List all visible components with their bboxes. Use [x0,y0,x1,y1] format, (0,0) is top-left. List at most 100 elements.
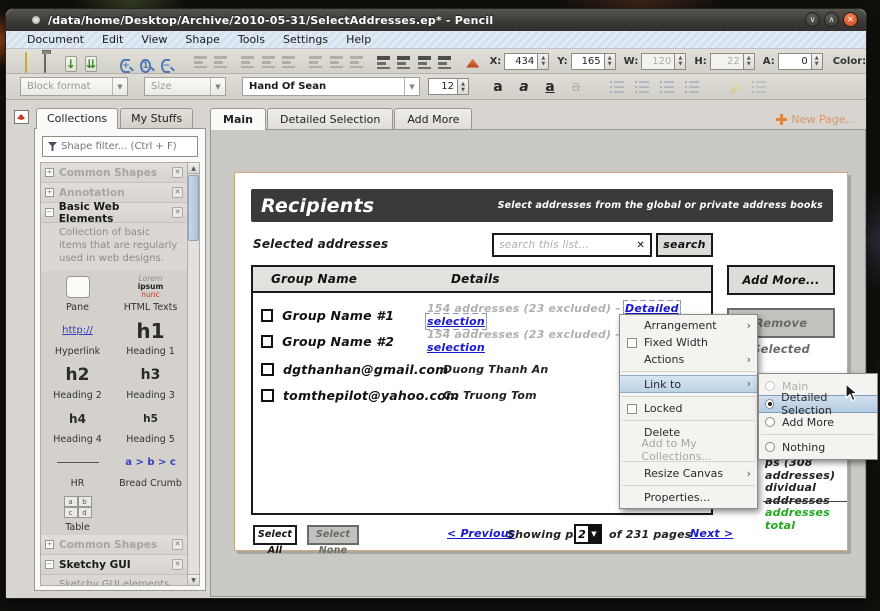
shape-stamp-icon[interactable] [14,110,29,124]
expand-icon[interactable]: + [45,540,54,549]
tab-collections[interactable]: Collections [36,108,118,129]
a-spinner[interactable]: ▲▼ [812,53,823,70]
canvas-area[interactable]: Recipients Select addresses from the glo… [210,129,866,597]
section-common-shapes-2[interactable]: + Common Shapes ✕ [41,535,187,555]
submenu-item-nothing[interactable]: Nothing [759,438,877,456]
tab-add-more[interactable]: Add More [394,108,472,130]
open-document-icon[interactable] [44,52,46,73]
shape-heading2[interactable]: h2 Heading 2 [41,359,114,403]
title-bar[interactable]: /data/home/Desktop/Archive/2010-05-31/Se… [6,9,866,31]
x-field[interactable]: 434 [504,53,538,70]
previous-link[interactable]: < Previous [447,527,516,540]
close-section-icon[interactable]: ✕ [172,207,183,218]
send-to-back-icon[interactable] [436,53,452,70]
shape-heading3[interactable]: h3 Heading 3 [114,359,187,403]
tab-detailed-selection[interactable]: Detailed Selection [267,108,393,130]
export-icon[interactable]: ⇊ [85,56,97,72]
zoom-reset-icon[interactable]: 1 [140,59,150,73]
italic-icon[interactable]: a [516,79,532,95]
radio-selected-icon[interactable] [765,399,774,409]
mockup-search-button[interactable]: search [656,233,713,257]
font-size-field[interactable]: 12 [428,78,458,95]
menu-item-fixed-width[interactable]: Fixed Width [620,334,757,351]
menu-item-link-to[interactable]: Link to› [620,375,757,393]
bold-icon[interactable]: a [490,79,506,95]
close-section-icon[interactable]: ✕ [172,167,183,178]
shape-bread-crumb[interactable]: a > b > c Bread Crumb [114,447,187,491]
menu-settings[interactable]: Settings [274,33,337,46]
shape-pane[interactable]: Pane [41,271,114,315]
menu-edit[interactable]: Edit [93,33,132,46]
section-sketchy-gui[interactable]: − Sketchy GUI ✕ [41,555,187,575]
mockup-subtitle: Select addresses from the global or priv… [498,200,823,211]
close-section-icon[interactable]: ✕ [172,187,183,198]
font-size-spinner[interactable]: ▲▼ [458,78,469,95]
bring-forward-icon[interactable] [395,53,411,70]
scroll-up-icon[interactable]: ▲ [188,163,199,174]
shape-table[interactable]: ab cd Table [41,491,114,535]
font-family-combo[interactable]: Hand Of Sean▼ [242,77,420,96]
save-icon[interactable]: ↓ [65,56,77,72]
expand-icon[interactable]: + [45,168,54,177]
menu-item-properties[interactable]: Properties... [620,489,757,506]
add-more-button[interactable]: Add More... [727,265,835,295]
clear-search-icon[interactable]: ✕ [636,240,645,251]
menu-shape[interactable]: Shape [176,33,228,46]
select-all-button[interactable]: Select All [253,525,297,545]
x-spinner[interactable]: ▲▼ [538,53,549,70]
next-link[interactable]: Next > [690,527,733,540]
shape-heading4[interactable]: h4 Heading 4 [41,403,114,447]
new-page-button[interactable]: New Page... [776,113,856,126]
row-checkbox[interactable] [261,363,274,376]
menu-tools[interactable]: Tools [229,33,274,46]
radio-icon[interactable] [765,442,775,452]
close-section-icon[interactable]: ✕ [172,539,183,550]
menu-item-resize-canvas[interactable]: Resize Canvas› [620,465,757,482]
send-backward-icon[interactable] [416,53,432,70]
menu-document[interactable]: Document [18,33,93,46]
row-checkbox[interactable] [261,335,273,348]
bring-to-front-icon[interactable] [375,53,391,70]
expand-icon[interactable]: + [45,188,54,197]
scrollbar-thumb[interactable] [188,175,199,241]
y-field[interactable]: 165 [571,53,605,70]
section-basic-web-elements[interactable]: − Basic Web Elements ✕ [41,203,187,223]
shape-heading5[interactable]: h5 Heading 5 [114,403,187,447]
menu-separator [622,420,755,421]
row-checkbox[interactable] [261,389,274,402]
radio-icon[interactable] [765,417,775,427]
underline-icon[interactable]: a [542,79,558,95]
collapse-icon[interactable]: − [45,208,54,217]
shape-html-texts[interactable]: Lorem ipsum nunc HTML Texts [114,271,187,315]
sidebar-scrollbar[interactable]: ▲ ▼ [187,162,200,586]
scroll-down-icon[interactable]: ▼ [188,574,199,585]
shape-filter-input[interactable] [61,141,197,152]
page-dropdown[interactable]: 2 ▼ [574,524,602,544]
shape-heading1[interactable]: h1 Heading 1 [114,315,187,359]
shape-hyperlink[interactable]: http:// Hyperlink [41,315,114,359]
tab-my-stuffs[interactable]: My Stuffs [120,108,193,129]
close-button[interactable]: ✕ [843,12,858,27]
align-bottom-icon [348,53,364,70]
menu-item-locked[interactable]: Locked [620,400,757,417]
checkbox-icon[interactable] [627,338,637,348]
maximize-button[interactable]: ∧ [824,12,839,27]
section-common-shapes[interactable]: + Common Shapes ✕ [41,163,187,183]
row-checkbox[interactable] [261,309,273,322]
shape-hr[interactable]: HR [41,447,114,491]
tab-main[interactable]: Main [210,108,266,130]
y-spinner[interactable]: ▲▼ [605,53,616,70]
collapse-icon[interactable]: − [45,560,54,569]
menu-help[interactable]: Help [337,33,380,46]
mockup-search-box[interactable]: search this list... ✕ [492,233,652,257]
minimize-button[interactable]: ∨ [805,12,820,27]
a-field[interactable]: 0 [778,53,812,70]
dropdown-arrow-icon[interactable]: ▼ [588,526,600,542]
menu-item-arrangement[interactable]: Arrangement› [620,317,757,334]
checkbox-icon[interactable] [627,404,637,414]
menu-item-actions[interactable]: Actions› [620,351,757,368]
new-document-icon[interactable] [25,52,27,73]
close-section-icon[interactable]: ✕ [172,559,183,570]
mockup-header-bar[interactable]: Recipients Select addresses from the glo… [251,189,833,222]
menu-view[interactable]: View [132,33,176,46]
